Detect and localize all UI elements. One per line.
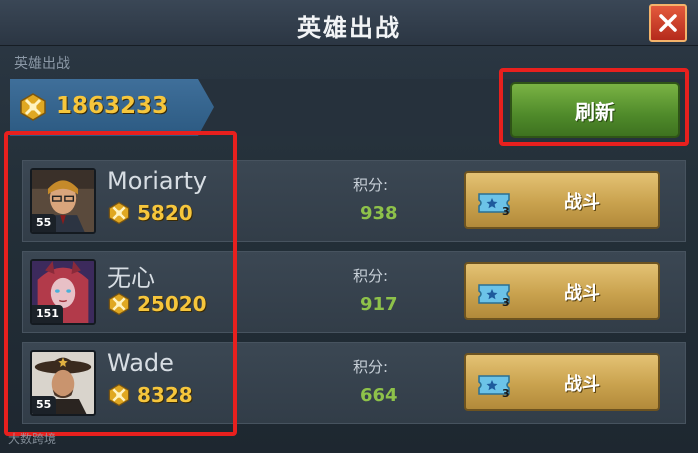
score-label: 积分: bbox=[353, 358, 389, 376]
battle-label: 战斗 bbox=[564, 283, 600, 304]
score-value: 664 bbox=[360, 385, 398, 406]
score-value: 938 bbox=[360, 203, 398, 224]
battle-button[interactable]: 3 战斗 bbox=[464, 171, 660, 229]
close-button[interactable] bbox=[649, 4, 687, 42]
total-power: 1863233 bbox=[56, 93, 169, 119]
battle-button[interactable]: 3 战斗 bbox=[464, 262, 660, 320]
section-subtitle: 英雄出战 bbox=[14, 56, 70, 72]
hero-battle-panel: 英雄出战 英雄出战 1863233 刷新 55 Moriarty 5820 积分… bbox=[0, 0, 698, 453]
title-bar: 英雄出战 bbox=[0, 0, 698, 46]
watermark: 大数跨境 bbox=[8, 432, 57, 446]
battle-label: 战斗 bbox=[564, 374, 600, 395]
opponent-list-highlight bbox=[4, 131, 237, 436]
close-icon bbox=[659, 14, 677, 32]
refresh-button[interactable]: 刷新 bbox=[510, 82, 680, 138]
power-emblem-icon bbox=[20, 93, 46, 121]
battle-label: 战斗 bbox=[564, 192, 600, 213]
score-label: 积分: bbox=[353, 176, 389, 194]
battle-button[interactable]: 3 战斗 bbox=[464, 353, 660, 411]
score-value: 917 bbox=[360, 294, 398, 315]
window-title: 英雄出战 bbox=[297, 14, 401, 42]
score-label: 积分: bbox=[353, 267, 389, 285]
